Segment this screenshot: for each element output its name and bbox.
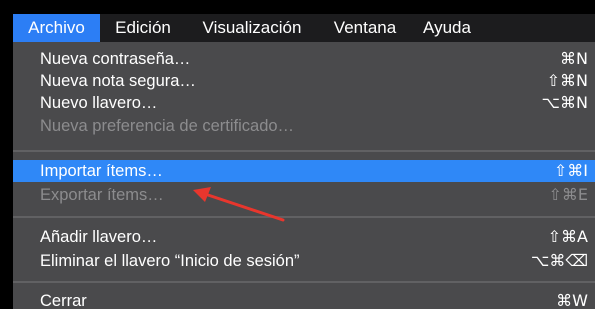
menu-separator <box>13 281 595 283</box>
menu-item-importar-items[interactable]: Importar ítems… ⇧⌘I <box>13 160 595 182</box>
menu-item-exportar-items: Exportar ítems… ⇧⌘E <box>13 184 595 206</box>
menu-item-shortcut: ⇧⌘N <box>546 71 588 90</box>
menu-bar-archivo[interactable]: Archivo <box>13 14 100 42</box>
menu-bar-visualizacion[interactable]: Visualización <box>186 14 318 42</box>
menu-item-anadir-llavero[interactable]: Añadir llavero… ⇧⌘A <box>13 226 595 248</box>
menu-item-label: Importar ítems… <box>40 162 163 180</box>
menu-item-shortcut: ⌥⌘⌫ <box>530 251 588 270</box>
menu-item-label: Eliminar el llavero “Inicio de sesión” <box>40 252 300 270</box>
menu-item-shortcut: ⇧⌘E <box>548 185 588 204</box>
menu-bar-ventana[interactable]: Ventana <box>318 14 412 42</box>
menu-item-label: Nueva nota segura… <box>40 72 196 90</box>
menu-item-eliminar-llavero[interactable]: Eliminar el llavero “Inicio de sesión” ⌥… <box>13 250 595 272</box>
menu-item-shortcut: ⇧⌘I <box>553 161 588 180</box>
menu-item-label: Nueva contraseña… <box>40 50 191 68</box>
menu-item-label: Cerrar <box>40 292 87 309</box>
menu-item-shortcut: ⌥⌘N <box>541 93 588 112</box>
menu-item-label: Añadir llavero… <box>40 228 158 246</box>
menu-item-shortcut: ⌘N <box>560 49 588 68</box>
menu-item-cerrar[interactable]: Cerrar ⌘W <box>13 290 595 309</box>
menu-item-nuevo-llavero[interactable]: Nuevo llavero… ⌥⌘N <box>13 92 595 114</box>
menu-bar: Archivo Edición Visualización Ventana Ay… <box>13 14 595 42</box>
menu-bar-edicion[interactable]: Edición <box>100 14 186 42</box>
menu-item-label: Exportar ítems… <box>40 186 164 204</box>
menu-item-nueva-contrasena[interactable]: Nueva contraseña… ⌘N <box>13 48 595 70</box>
menu-bar-ayuda[interactable]: Ayuda <box>412 14 482 42</box>
menu-item-nueva-preferencia-certificado: Nueva preferencia de certificado… <box>13 115 595 137</box>
menu-item-shortcut: ⌘W <box>556 291 588 309</box>
menu-item-shortcut: ⇧⌘A <box>547 227 588 246</box>
menu-separator <box>13 216 595 218</box>
menu-separator <box>13 150 595 152</box>
screenshot-stage: Archivo Edición Visualización Ventana Ay… <box>0 0 595 309</box>
menu-item-label: Nueva preferencia de certificado… <box>40 117 295 135</box>
menu-item-label: Nuevo llavero… <box>40 94 158 112</box>
archivo-dropdown-menu: Nueva contraseña… ⌘N Nueva nota segura… … <box>13 42 595 309</box>
menu-item-nueva-nota-segura[interactable]: Nueva nota segura… ⇧⌘N <box>13 70 595 92</box>
